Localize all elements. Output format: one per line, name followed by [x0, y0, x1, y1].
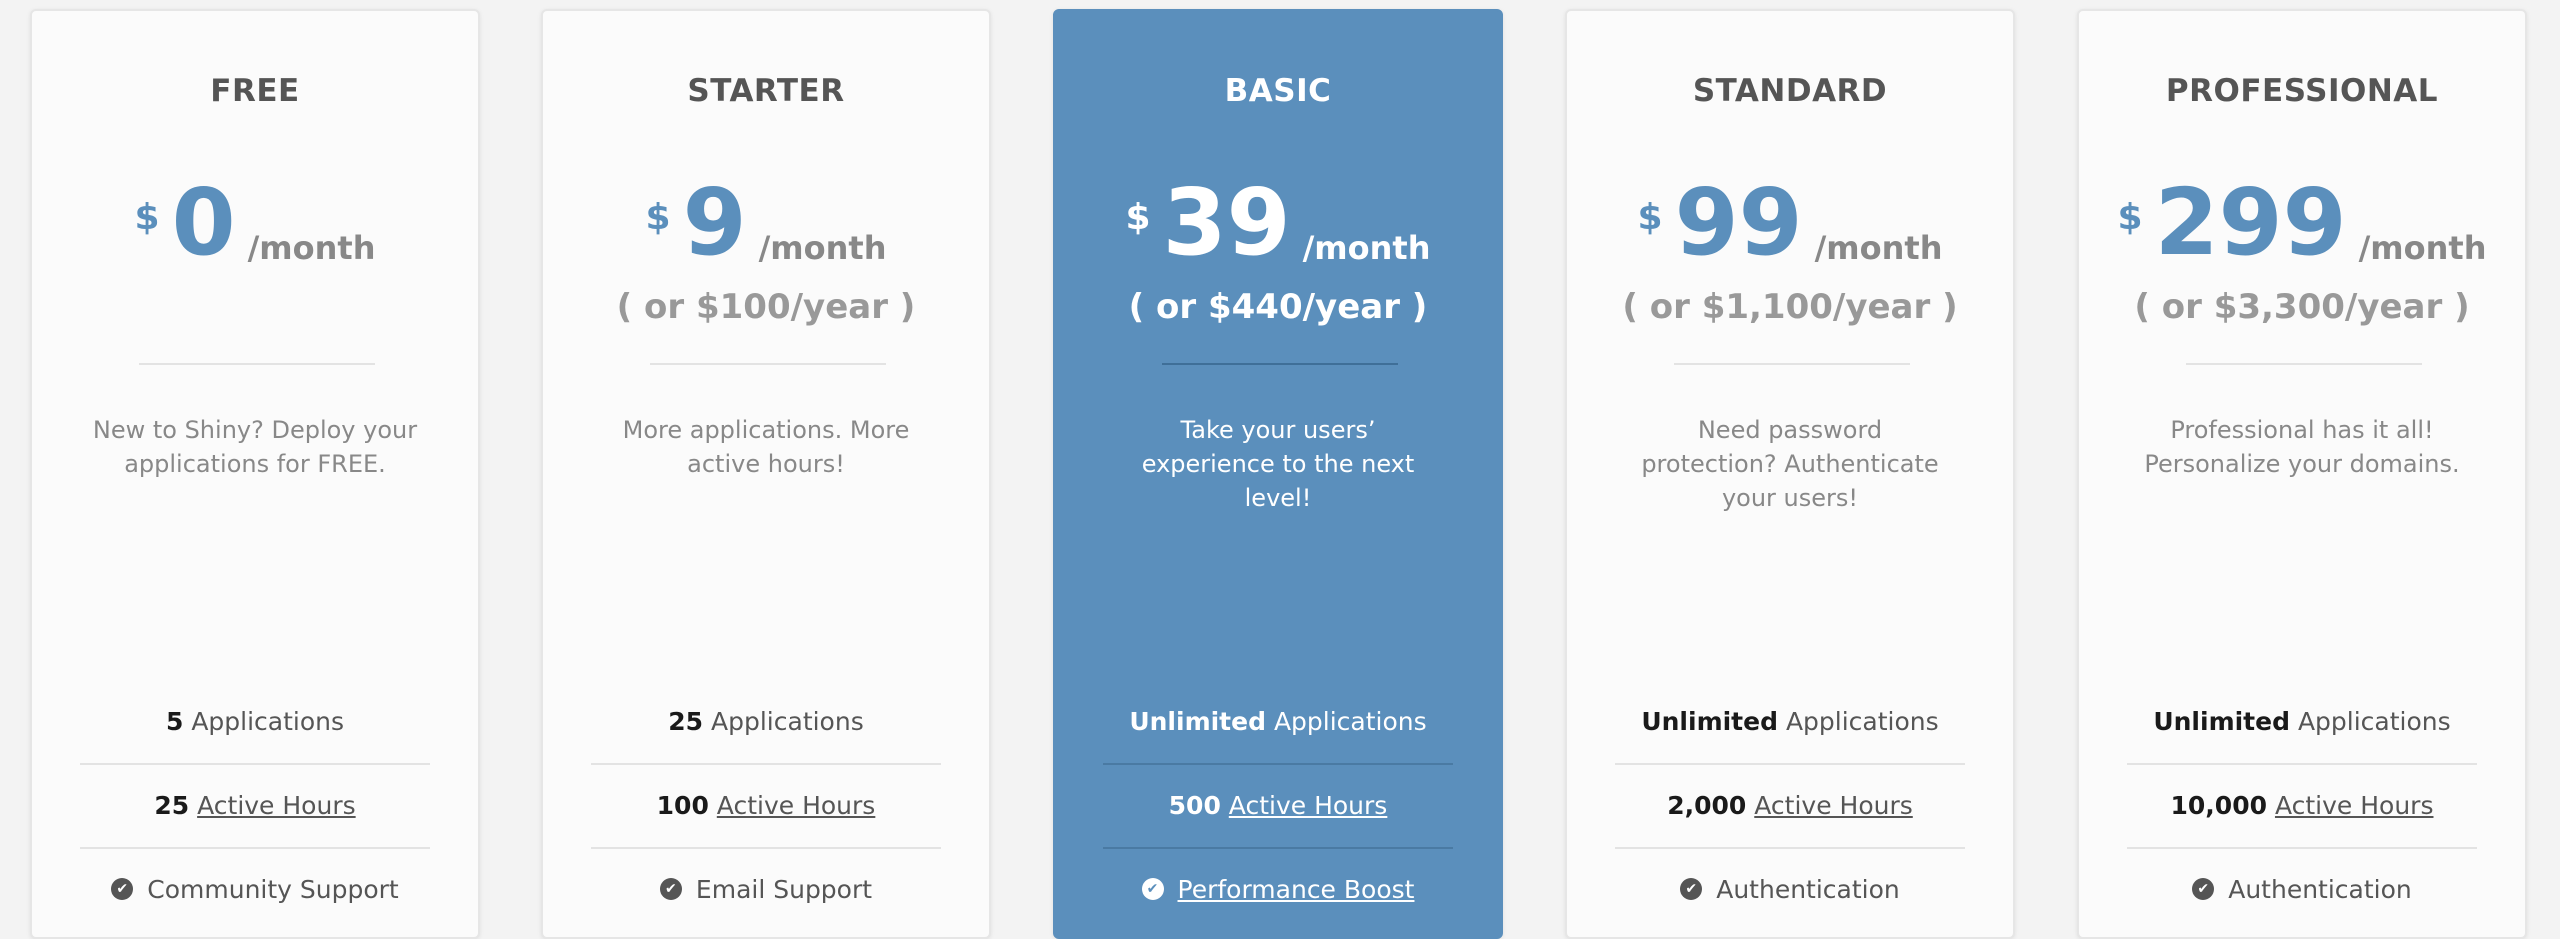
performance-boost-link[interactable]: Performance Boost: [1178, 875, 1415, 904]
yearly-price: ( or $3,300/year ): [2134, 287, 2470, 327]
feature-extra: ✔ Authentication: [2127, 849, 2477, 931]
feature-applications: Unlimited Applications: [1103, 681, 1453, 765]
price-row: $ 39 /month: [1055, 163, 1501, 269]
applications-count: Unlimited: [2153, 707, 2290, 736]
applications-label: Applications: [2297, 707, 2451, 736]
active-hours-link[interactable]: Active Hours: [1229, 791, 1388, 820]
plan-description: Need password protection? Authenticate y…: [1641, 416, 1939, 512]
price-period: /month: [1814, 229, 1943, 267]
plan-description: Take your users’ experience to the next …: [1141, 416, 1415, 512]
active-hours-link[interactable]: Active Hours: [1754, 791, 1913, 820]
pricing-cards: FREE $ 0 /month New to Shiny? Deploy you…: [0, 0, 2560, 939]
applications-label: Applications: [1785, 707, 1939, 736]
applications-label: Applications: [711, 707, 864, 736]
active-hours-link[interactable]: Active Hours: [2275, 791, 2434, 820]
plan-card-professional: PROFESSIONAL $ 299 /month ( or $3,300/ye…: [2077, 9, 2527, 939]
applications-count: Unlimited: [1641, 707, 1778, 736]
feature-list: Unlimited Applications 500 Active Hours …: [1103, 681, 1453, 931]
plan-name: FREE: [210, 73, 300, 109]
price-period: /month: [247, 229, 376, 267]
applications-label: Applications: [191, 707, 345, 736]
extra-feature-label: Authentication: [1716, 875, 1900, 904]
active-hours-count: 100: [656, 791, 709, 820]
feature-extra: ✔ Authentication: [1615, 849, 1965, 931]
price-row: $ 99 /month: [1567, 163, 2013, 269]
applications-count: 25: [668, 707, 704, 736]
plan-name: BASIC: [1224, 73, 1332, 109]
plan-card-free: FREE $ 0 /month New to Shiny? Deploy you…: [30, 9, 480, 939]
extra-feature-label: Community Support: [147, 875, 399, 904]
feature-list: 5 Applications 25 Active Hours ✔ Communit…: [80, 681, 430, 931]
yearly-price: ( or $100/year ): [616, 287, 916, 327]
feature-active-hours: 2,000 Active Hours: [1615, 765, 1965, 849]
active-hours-link[interactable]: Active Hours: [197, 791, 356, 820]
feature-active-hours: 10,000 Active Hours: [2127, 765, 2477, 849]
currency-symbol: $: [645, 197, 671, 238]
plan-description: Professional has it all! Personalize you…: [2144, 416, 2460, 478]
price-period: /month: [2358, 229, 2487, 267]
price-row: $ 0 /month: [32, 163, 478, 269]
feature-extra: ✔ Email Support: [591, 849, 941, 931]
plan-card-starter: STARTER $ 9 /month ( or $100/year ) More…: [541, 9, 991, 939]
feature-list: Unlimited Applications 10,000 Active Hou…: [2127, 681, 2477, 931]
price-row: $ 9 /month: [543, 163, 989, 269]
feature-applications: 5 Applications: [80, 681, 430, 765]
divider: [650, 363, 886, 365]
price-amount: 0: [171, 169, 236, 276]
check-circle-icon: ✔: [1680, 878, 1703, 900]
extra-feature-label: Authentication: [2228, 875, 2412, 904]
plan-description: More applications. More active hours!: [622, 416, 910, 478]
plan-name: STANDARD: [1692, 73, 1888, 109]
price-row: $ 299 /month: [2079, 163, 2525, 269]
plan-card-standard: STANDARD $ 99 /month ( or $1,100/year ) …: [1565, 9, 2015, 939]
price-period: /month: [1302, 229, 1431, 267]
divider: [139, 363, 375, 365]
feature-active-hours: 25 Active Hours: [80, 765, 430, 849]
yearly-price: ( or $1,100/year ): [1622, 287, 1958, 327]
divider: [2186, 363, 2422, 365]
price-amount: 9: [682, 169, 747, 276]
currency-symbol: $: [1125, 197, 1151, 238]
price-amount: 99: [1674, 169, 1803, 276]
feature-extra: ✔ Performance Boost: [1103, 849, 1453, 931]
price-period: /month: [758, 229, 887, 267]
feature-applications: Unlimited Applications: [2127, 681, 2477, 765]
extra-feature-label: Email Support: [695, 875, 873, 904]
plan-description: New to Shiny? Deploy your applications f…: [92, 416, 418, 478]
applications-count: 5: [165, 707, 184, 736]
divider: [1674, 363, 1910, 365]
feature-applications: Unlimited Applications: [1615, 681, 1965, 765]
divider: [1162, 363, 1398, 365]
feature-extra: ✔ Community Support: [80, 849, 430, 931]
check-circle-icon: ✔: [2192, 878, 2215, 900]
feature-active-hours: 100 Active Hours: [591, 765, 941, 849]
plan-card-basic: BASIC $ 39 /month ( or $440/year ) Take …: [1053, 9, 1503, 939]
active-hours-link[interactable]: Active Hours: [717, 791, 876, 820]
currency-symbol: $: [1637, 197, 1663, 238]
currency-symbol: $: [134, 197, 160, 238]
applications-label: Applications: [1273, 707, 1427, 736]
active-hours-count: 25: [154, 791, 190, 820]
price-amount: 299: [2154, 169, 2347, 276]
applications-count: Unlimited: [1129, 707, 1266, 736]
feature-applications: 25 Applications: [591, 681, 941, 765]
check-circle-icon: ✔: [111, 878, 134, 900]
check-circle-icon: ✔: [1141, 878, 1164, 900]
active-hours-count: 10,000: [2170, 791, 2267, 820]
check-circle-icon: ✔: [659, 878, 682, 900]
feature-list: Unlimited Applications 2,000 Active Hour…: [1615, 681, 1965, 931]
currency-symbol: $: [2117, 197, 2143, 238]
active-hours-count: 2,000: [1667, 791, 1747, 820]
feature-list: 25 Applications 100 Active Hours ✔ Email …: [591, 681, 941, 931]
yearly-price: ( or $440/year ): [1128, 287, 1428, 327]
plan-name: STARTER: [687, 73, 845, 109]
feature-active-hours: 500 Active Hours: [1103, 765, 1453, 849]
plan-name: PROFESSIONAL: [2165, 73, 2439, 109]
price-amount: 39: [1162, 169, 1291, 276]
active-hours-count: 500: [1168, 791, 1221, 820]
